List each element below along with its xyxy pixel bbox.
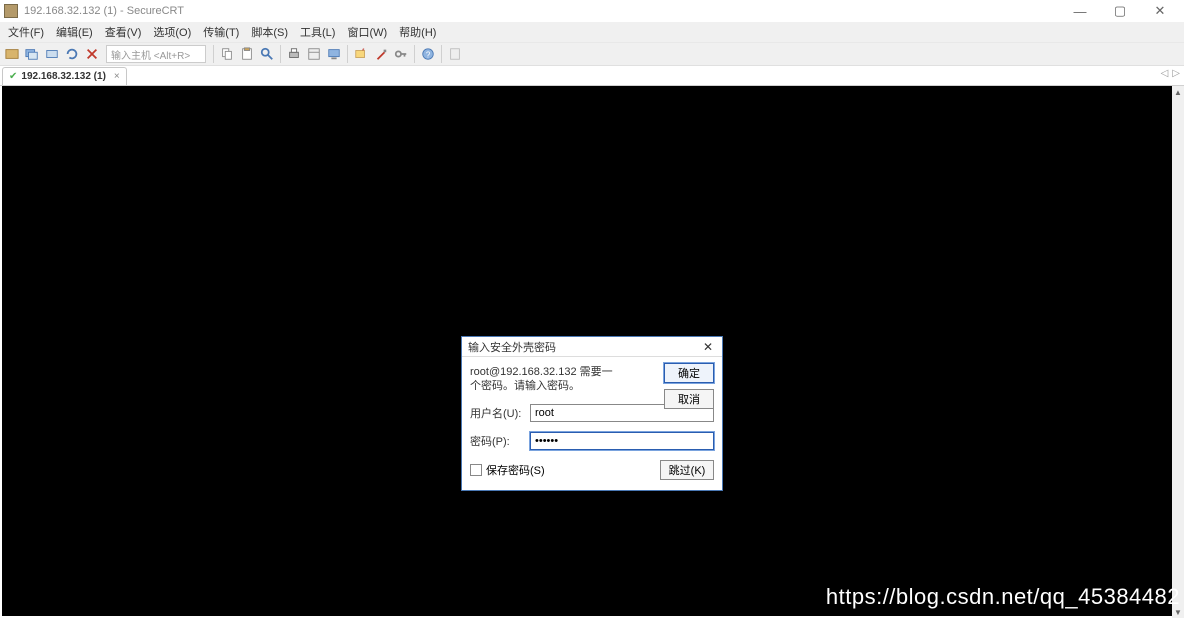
window-title: 192.168.32.132 (1) - SecureCRT (24, 5, 184, 17)
session-manager-icon[interactable] (23, 45, 41, 63)
help-icon[interactable]: ? (419, 45, 437, 63)
dialog-close-button[interactable]: ✕ (700, 340, 716, 354)
toolbar-separator (213, 45, 214, 63)
host-placeholder: 输入主机 <Alt+R> (111, 47, 190, 62)
menu-window[interactable]: 窗口(W) (341, 22, 393, 42)
toolbar-separator-3 (347, 45, 348, 63)
svg-text:?: ? (426, 51, 431, 60)
toolbar-separator-2 (280, 45, 281, 63)
session-tab-label: 192.168.32.132 (1) (21, 71, 106, 82)
password-label: 密码(P): (470, 433, 524, 449)
screen-icon[interactable] (325, 45, 343, 63)
connected-check-icon: ✔ (9, 71, 17, 82)
toolbar: 输入主机 <Alt+R> * ? (0, 42, 1184, 66)
menu-options[interactable]: 选项(O) (147, 22, 197, 42)
menu-view[interactable]: 查看(V) (99, 22, 148, 42)
disconnect-icon[interactable] (83, 45, 101, 63)
menu-edit[interactable]: 编辑(E) (50, 22, 99, 42)
tab-prev-icon[interactable]: ◁ (1161, 68, 1169, 79)
cancel-button[interactable]: 取消 (664, 389, 714, 409)
password-dialog: 输入安全外壳密码 ✕ root@192.168.32.132 需要一个密码。请输… (461, 336, 723, 491)
print-icon[interactable] (285, 45, 303, 63)
menu-script[interactable]: 脚本(S) (245, 22, 294, 42)
scroll-down-icon[interactable]: ▼ (1173, 606, 1183, 618)
session-tab[interactable]: ✔ 192.168.32.132 (1) × (2, 67, 127, 85)
host-input[interactable]: 输入主机 <Alt+R> (106, 45, 206, 63)
copy-icon[interactable] (218, 45, 236, 63)
username-label: 用户名(U): (470, 405, 524, 421)
tab-close-button[interactable]: × (114, 71, 120, 82)
menu-help[interactable]: 帮助(H) (393, 22, 442, 42)
minimize-button[interactable]: — (1060, 1, 1100, 21)
skip-button[interactable]: 跳过(K) (660, 460, 714, 480)
toolbar-separator-4 (414, 45, 415, 63)
properties-icon[interactable] (305, 45, 323, 63)
vertical-scrollbar[interactable]: ▲ ▼ (1172, 86, 1184, 618)
dialog-titlebar[interactable]: 输入安全外壳密码 ✕ (462, 337, 722, 357)
reconnect-icon[interactable] (63, 45, 81, 63)
dialog-title: 输入安全外壳密码 (468, 339, 556, 355)
new-session-icon[interactable]: * (352, 45, 370, 63)
dialog-prompt: root@192.168.32.132 需要一个密码。请输入密码。 (470, 365, 620, 394)
svg-text:*: * (362, 48, 365, 55)
close-window-button[interactable]: ✕ (1140, 1, 1180, 21)
tab-nav: ◁ ▷ (1161, 68, 1180, 79)
menu-file[interactable]: 文件(F) (2, 22, 50, 42)
terminal-area: ▲ ▼ 输入安全外壳密码 ✕ root@192.168.32.132 需要一个密… (0, 86, 1184, 618)
connect-icon[interactable] (43, 45, 61, 63)
menu-tools[interactable]: 工具(L) (294, 22, 341, 42)
app-icon (4, 4, 18, 18)
paste-icon[interactable] (238, 45, 256, 63)
tab-next-icon[interactable]: ▷ (1172, 68, 1180, 79)
maximize-button[interactable]: ▢ (1100, 1, 1140, 21)
toolbar-separator-5 (441, 45, 442, 63)
settings-icon[interactable] (372, 45, 390, 63)
quick-connect-icon[interactable] (3, 45, 21, 63)
blank-doc-icon[interactable] (446, 45, 464, 63)
menu-transfer[interactable]: 传输(T) (197, 22, 245, 42)
find-icon[interactable] (258, 45, 276, 63)
password-input[interactable] (530, 432, 714, 450)
key-icon[interactable] (392, 45, 410, 63)
checkbox-box-icon (470, 464, 482, 476)
menu-bar: 文件(F) 编辑(E) 查看(V) 选项(O) 传输(T) 脚本(S) 工具(L… (0, 22, 1184, 42)
ok-button[interactable]: 确定 (664, 363, 714, 383)
tab-strip: ✔ 192.168.32.132 (1) × ◁ ▷ (0, 66, 1184, 86)
scroll-up-icon[interactable]: ▲ (1173, 86, 1183, 98)
save-password-label: 保存密码(S) (486, 462, 545, 478)
window-titlebar: 192.168.32.132 (1) - SecureCRT — ▢ ✕ (0, 0, 1184, 22)
save-password-checkbox[interactable]: 保存密码(S) (470, 462, 545, 478)
